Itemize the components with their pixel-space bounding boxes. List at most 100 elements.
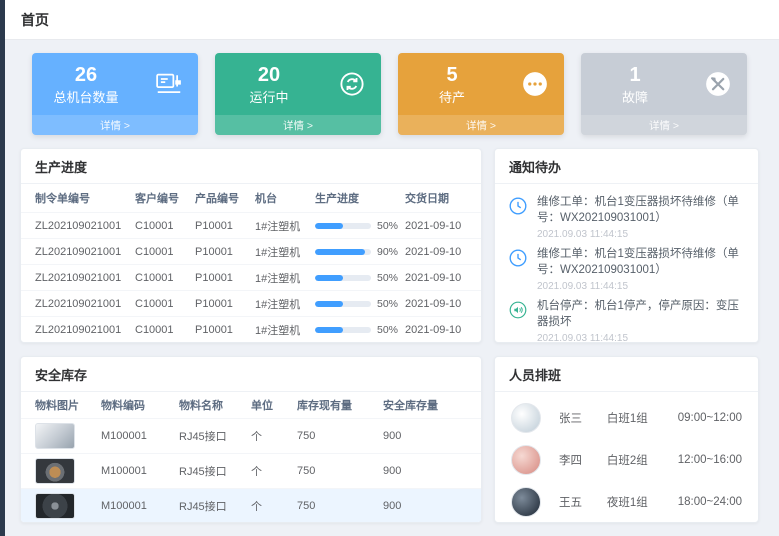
breadcrumb-home[interactable]: 首页	[21, 10, 49, 30]
machine-icon	[140, 69, 198, 99]
content: 26 总机台数量 详情	[5, 40, 779, 523]
col-order-no: 制令单编号	[35, 190, 135, 206]
staff-shift: 白班1组	[607, 410, 678, 426]
machine-cell: 1#注塑机	[255, 270, 315, 286]
progress-cell: 50%	[315, 272, 405, 284]
safety-qty-cell: 900	[383, 430, 467, 442]
card-meta: 5 待产	[398, 63, 506, 106]
unit-cell: 个	[251, 428, 297, 444]
material-name-cell: RJ45接口	[179, 463, 251, 479]
total-machines-value: 26	[32, 63, 140, 87]
card-body: 26 总机台数量	[32, 53, 198, 115]
stat-card-running[interactable]: 20 运行中 详情 >	[215, 53, 381, 135]
delivery-date-cell: 2021-09-10	[405, 298, 467, 310]
unit-cell: 个	[251, 463, 297, 479]
avatar	[511, 487, 541, 517]
table-row[interactable]: M100001 RJ45接口 个 750 900	[21, 418, 481, 453]
safety-stock-panel: 安全库存 物料图片 物料编码 物料名称 单位 库存现有量 安全库存量	[20, 356, 482, 523]
table-row[interactable]: ZL202109021001 C10001 P10001 1#注塑机 50% 2…	[21, 290, 481, 316]
production-panel-title: 生产进度	[21, 149, 481, 184]
table-row[interactable]: M100001 RJ45接口 个 750 900	[21, 488, 481, 523]
notification-item[interactable]: 机台停产：机台1停产，停产原因：变压器损坏 2021.09.03 11:44:1…	[495, 292, 758, 343]
product-no-cell: P10001	[195, 272, 255, 284]
progress-label: 50%	[377, 324, 398, 336]
material-code-cell: M100001	[101, 430, 179, 442]
clock-icon	[507, 195, 529, 217]
notification-text: 维修工单：机台1变压器损坏待维修（单号：WX202109031001）	[537, 247, 746, 278]
col-material-code: 物料编码	[101, 397, 179, 413]
progress-label: 50%	[377, 272, 398, 284]
stat-card-fault[interactable]: 1 故障 详情 >	[581, 53, 747, 135]
running-icon	[323, 69, 381, 99]
schedule-panel-title: 人员排班	[495, 357, 758, 392]
progress-track	[315, 249, 371, 255]
material-image	[35, 458, 75, 484]
material-name-cell: RJ45接口	[179, 498, 251, 514]
material-image	[35, 493, 75, 519]
notification-time: 2021.09.03 11:44:15	[537, 333, 746, 343]
fault-detail-link[interactable]: 详情 >	[581, 115, 747, 135]
notification-time: 2021.09.03 11:44:15	[537, 281, 746, 292]
notification-item[interactable]: 维修工单：机台1变压器损坏待维修（单号：WX202109031001） 2021…	[495, 188, 758, 240]
order-no-cell: ZL202109021001	[35, 298, 135, 310]
notification-content: 维修工单：机台1变压器损坏待维修（单号：WX202109031001） 2021…	[537, 195, 746, 240]
card-meta: 1 故障	[581, 63, 689, 106]
inventory-panel-title: 安全库存	[21, 357, 481, 392]
main-area: 首页 26 总机台数量	[5, 0, 779, 536]
notification-content: 维修工单：机台1变压器损坏待维修（单号：WX202109031001） 2021…	[537, 247, 746, 292]
production-table-body: ZL202109021001 C10001 P10001 1#注塑机 50% 2…	[21, 212, 481, 342]
delivery-date-cell: 2021-09-10	[405, 324, 467, 336]
stat-cards-row: 26 总机台数量 详情	[20, 53, 759, 135]
avatar	[511, 403, 541, 433]
bottom-row: 安全库存 物料图片 物料编码 物料名称 单位 库存现有量 安全库存量	[20, 356, 759, 523]
table-row[interactable]: ZL202109021001 C10001 P10001 1#注塑机 50% 2…	[21, 316, 481, 342]
progress-track	[315, 275, 371, 281]
progress-track	[315, 327, 371, 333]
stat-card-pending[interactable]: 5 待产 详情 >	[398, 53, 564, 135]
avatar	[511, 445, 541, 475]
progress-cell: 50%	[315, 298, 405, 310]
delivery-date-cell: 2021-09-10	[405, 272, 467, 284]
total-machines-label: 总机台数量	[32, 90, 140, 106]
notification-time: 2021.09.03 11:44:15	[537, 229, 746, 240]
pending-detail-link[interactable]: 详情 >	[398, 115, 564, 135]
notifications-list: 维修工单：机台1变压器损坏待维修（单号：WX202109031001） 2021…	[495, 184, 758, 343]
machine-cell: 1#注塑机	[255, 296, 315, 312]
staff-shift: 夜班1组	[607, 494, 678, 510]
material-code-cell: M100001	[101, 465, 179, 477]
running-detail-link[interactable]: 详情 >	[215, 115, 381, 135]
table-row[interactable]: M100001 RJ45接口 个 750 900	[21, 453, 481, 488]
col-safety-qty: 安全库存量	[383, 397, 467, 413]
notification-text: 机台停产：机台1停产，停产原因：变压器损坏	[537, 299, 746, 330]
table-row[interactable]: ZL202109021001 C10001 P10001 1#注塑机 50% 2…	[21, 264, 481, 290]
clock-icon	[507, 247, 529, 269]
notifications-panel: 通知待办 维修工单：机台1变压器损坏待维修（单号：WX202109031001）…	[494, 148, 759, 343]
total-machines-detail-link[interactable]: 详情 >	[32, 115, 198, 135]
card-meta: 20 运行中	[215, 63, 323, 106]
order-no-cell: ZL202109021001	[35, 220, 135, 232]
stat-card-total-machines[interactable]: 26 总机台数量 详情	[32, 53, 198, 135]
col-progress: 生产进度	[315, 190, 405, 206]
col-stock-qty: 库存现有量	[297, 397, 383, 413]
customer-no-cell: C10001	[135, 324, 195, 336]
progress-bar	[315, 301, 343, 307]
table-row[interactable]: ZL202109021001 C10001 P10001 1#注塑机 90% 2…	[21, 238, 481, 264]
card-body: 5 待产	[398, 53, 564, 115]
col-customer-no: 客户编号	[135, 190, 195, 206]
progress-bar	[315, 327, 343, 333]
safety-qty-cell: 900	[383, 500, 467, 512]
staff-name: 张三	[559, 410, 607, 426]
material-code-cell: M100001	[101, 500, 179, 512]
notification-content: 机台停产：机台1停产，停产原因：变压器损坏 2021.09.03 11:44:1…	[537, 299, 746, 343]
table-row[interactable]: ZL202109021001 C10001 P10001 1#注塑机 50% 2…	[21, 212, 481, 238]
unit-cell: 个	[251, 498, 297, 514]
notification-item[interactable]: 维修工单：机台1变压器损坏待维修（单号：WX202109031001） 2021…	[495, 240, 758, 292]
material-name-cell: RJ45接口	[179, 428, 251, 444]
middle-row: 生产进度 制令单编号 客户编号 产品编号 机台 生产进度 交货日期	[20, 148, 759, 343]
card-body: 20 运行中	[215, 53, 381, 115]
fault-icon	[689, 69, 747, 99]
schedule-row: 李四 白班2组 12:00~16:00	[495, 439, 758, 481]
card-body: 1 故障	[581, 53, 747, 115]
staff-schedule-panel: 人员排班 张三 白班1组 09:00~12:00 李四 白班2组 1	[494, 356, 759, 523]
pending-value: 5	[398, 63, 506, 87]
